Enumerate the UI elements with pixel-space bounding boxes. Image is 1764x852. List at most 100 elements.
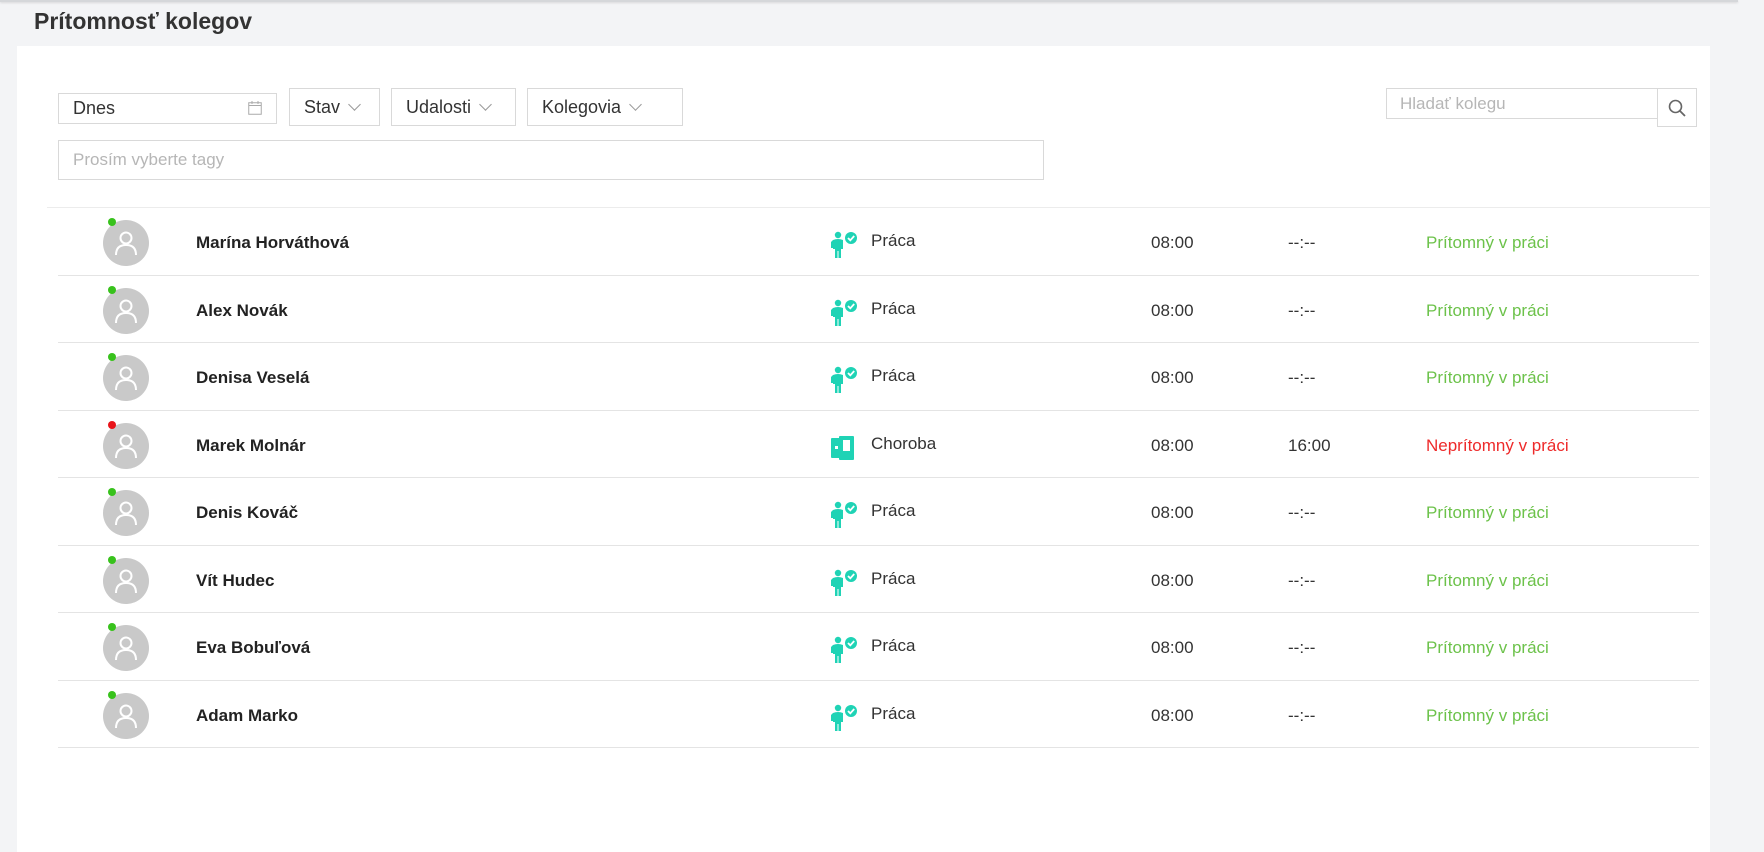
event-label: Práca — [871, 501, 916, 520]
avatar — [103, 355, 149, 401]
list-item[interactable]: Marína Horváthová Práca 08:00 --:-- Prít… — [58, 208, 1699, 276]
user-icon — [115, 434, 137, 458]
list-item[interactable]: Vít Hudec Práca 08:00 --:-- Prítomný v p… — [58, 546, 1699, 613]
avatar — [103, 490, 149, 536]
avatar — [103, 625, 149, 671]
status-text: Neprítomný v práci — [1426, 435, 1569, 455]
user-icon — [115, 704, 137, 728]
departure-time: --:-- — [1288, 368, 1316, 387]
tags-select[interactable]: Prosím vyberte tagy — [58, 140, 1044, 180]
avatar — [103, 220, 149, 266]
top-divider — [0, 0, 1738, 2]
chevron-down-icon — [348, 97, 361, 111]
colleague-name[interactable]: Vít Hudec — [196, 571, 274, 591]
page-title: Prítomnosť kolegov — [34, 8, 253, 34]
departure-time: --:-- — [1288, 705, 1316, 725]
colleague-name[interactable]: Denisa Veselá — [196, 368, 309, 388]
colleague-name[interactable]: Marína Horváthová — [196, 233, 349, 253]
events-dropdown[interactable]: Udalosti — [391, 88, 516, 126]
event-label: Práca — [871, 703, 916, 723]
work-person-icon — [828, 703, 858, 733]
colleague-name[interactable]: Alex Novák — [196, 301, 288, 321]
search-placeholder: Hladať kolegu — [1400, 93, 1506, 113]
date-value: Dnes — [73, 98, 116, 118]
colleagues-dropdown-label: Kolegovia — [542, 96, 622, 117]
search-button[interactable] — [1657, 88, 1697, 127]
user-icon — [115, 366, 137, 391]
departure-time: --:-- — [1288, 570, 1316, 590]
arrival-time: 08:00 — [1151, 503, 1194, 522]
colleagues-dropdown[interactable]: Kolegovia — [527, 88, 683, 126]
event-label: Práca — [871, 298, 916, 318]
departure-time: --:-- — [1288, 233, 1316, 252]
avatar — [103, 422, 149, 469]
list-item[interactable]: Denisa Veselá Práca 08:00 --:-- Prítomný… — [58, 343, 1699, 411]
arrival-time: 08:00 — [1151, 233, 1194, 252]
status-text: Prítomný v práci — [1426, 570, 1549, 590]
state-dropdown[interactable]: Stav — [289, 88, 380, 126]
search-icon — [1668, 99, 1686, 117]
user-icon — [115, 636, 137, 661]
event-label: Práca — [871, 636, 916, 655]
event-label: Práca — [871, 231, 916, 250]
event-label: Práca — [871, 568, 916, 588]
user-icon — [115, 231, 137, 256]
arrival-time: 08:00 — [1151, 570, 1194, 590]
chevron-down-icon — [629, 97, 642, 111]
work-person-icon — [828, 230, 858, 260]
user-icon — [115, 299, 137, 323]
presence-dot — [108, 353, 116, 361]
avatar — [103, 692, 149, 739]
presence-dot — [108, 488, 116, 496]
arrival-time: 08:00 — [1151, 368, 1194, 387]
arrival-time: 08:00 — [1151, 638, 1194, 657]
colleague-name[interactable]: Adam Marko — [196, 706, 298, 726]
list-item[interactable]: Adam Marko Práca 08:00 --:-- Prítomný v … — [58, 681, 1699, 748]
chevron-down-icon — [479, 97, 492, 111]
event-label: Práca — [871, 366, 916, 385]
search-input[interactable]: Hladať kolegu — [1386, 88, 1659, 119]
presence-dot — [108, 555, 116, 564]
user-icon — [115, 569, 137, 593]
departure-time: --:-- — [1288, 503, 1316, 522]
work-person-icon — [828, 298, 858, 328]
list-item[interactable]: Alex Novák Práca 08:00 --:-- Prítomný v … — [58, 276, 1699, 343]
departure-time: 16:00 — [1288, 435, 1331, 455]
list-item[interactable]: Marek Molnár Choroba 08:00 16:00 Nepríto… — [58, 411, 1699, 478]
avatar — [103, 287, 149, 334]
list-item[interactable]: Denis Kováč Práca 08:00 --:-- Prítomný v… — [58, 478, 1699, 546]
departure-time: --:-- — [1288, 638, 1316, 657]
status-text: Prítomný v práci — [1426, 233, 1549, 252]
calendar-icon — [248, 101, 262, 115]
status-text: Prítomný v práci — [1426, 503, 1549, 522]
departure-time: --:-- — [1288, 300, 1316, 320]
arrival-time: 08:00 — [1151, 435, 1194, 455]
status-text: Prítomný v práci — [1426, 638, 1549, 657]
colleague-name[interactable]: Denis Kováč — [196, 503, 298, 523]
presence-dot — [108, 420, 116, 429]
presence-dot — [108, 690, 116, 699]
date-picker[interactable]: Dnes — [58, 93, 277, 124]
avatar — [103, 557, 149, 604]
attendance-panel: Dnes Stav Udalosti Kolegovia Prosím vybe… — [17, 46, 1710, 852]
list-item[interactable]: Eva Bobuľová Práca 08:00 --:-- Prítomný … — [58, 613, 1699, 681]
arrival-time: 08:00 — [1151, 705, 1194, 725]
presence-dot — [108, 285, 116, 294]
work-person-icon — [828, 365, 858, 395]
work-person-icon — [828, 635, 858, 665]
colleague-name[interactable]: Marek Molnár — [196, 436, 306, 456]
status-text: Prítomný v práci — [1426, 300, 1549, 320]
sick-leave-icon — [828, 433, 858, 463]
presence-dot — [108, 218, 116, 226]
status-text: Prítomný v práci — [1426, 705, 1549, 725]
work-person-icon — [828, 500, 858, 530]
presence-dot — [108, 623, 116, 631]
user-icon — [115, 501, 137, 526]
colleague-name[interactable]: Eva Bobuľová — [196, 638, 310, 658]
work-person-icon — [828, 568, 858, 598]
state-dropdown-label: Stav — [304, 96, 341, 117]
tags-placeholder: Prosím vyberte tagy — [73, 150, 225, 169]
events-dropdown-label: Udalosti — [406, 96, 472, 117]
event-label: Choroba — [871, 433, 937, 453]
arrival-time: 08:00 — [1151, 300, 1194, 320]
